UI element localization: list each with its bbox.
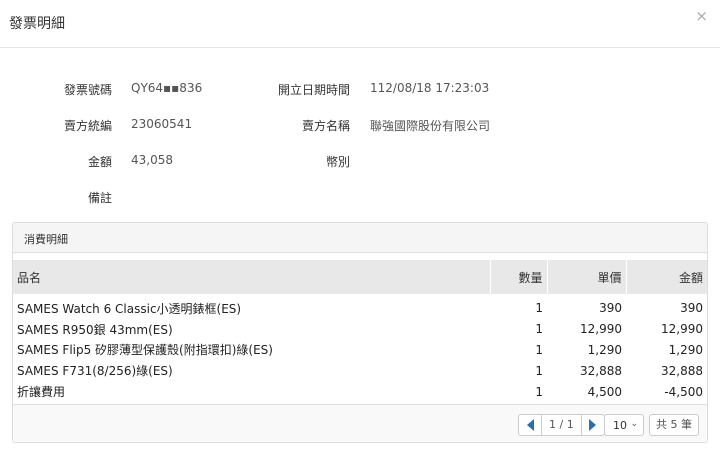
invoice-info: 發票號碼 QY64▪▪836 開立日期時間 112/08/18 17:23:03… [0, 48, 720, 222]
caret-left-icon [526, 419, 534, 431]
column-header-amount[interactable]: 金額 [626, 260, 707, 294]
modal-title: 發票明細 [9, 16, 65, 32]
item-price: 12,990 [580, 322, 622, 337]
table-row: SAMES Flip5 矽膠薄型保護殼(附指環扣)綠(ES) 1 1,290 1… [13, 340, 707, 361]
column-header-qty[interactable]: 數量 [490, 260, 548, 294]
table-row: SAMES F731(8/256)綠(ES) 1 32,888 32,888 [13, 360, 707, 381]
table-row: 折讓費用 1 4,500 -4,500 [13, 381, 707, 402]
chevron-down-icon: ⌄ [630, 419, 638, 429]
item-amount: 390 [680, 301, 703, 316]
item-price: 390 [599, 301, 622, 316]
table-footer: 1 / 1 10 ⌄ 共 5 筆 [13, 404, 707, 442]
pagination: 1 / 1 [518, 414, 605, 436]
item-amount: -4,500 [664, 384, 703, 399]
item-name: SAMES F731(8/256)綠(ES) [17, 364, 173, 379]
details-panel: 消費明細 品名 數量 單價 金額 SAMES Watch 6 Classic小透… [12, 222, 708, 443]
table-row: SAMES Watch 6 Classic小透明錶框(ES) 1 390 390 [13, 298, 707, 319]
page-size-select[interactable]: 10 ⌄ [604, 414, 644, 436]
item-qty: 1 [535, 384, 543, 399]
details-heading: 消費明細 [13, 223, 707, 253]
column-header-name[interactable]: 品名 [13, 260, 491, 294]
modal-header: 發票明細 × [0, 0, 720, 48]
item-qty: 1 [535, 342, 543, 357]
item-price: 32,888 [580, 363, 622, 378]
item-qty: 1 [535, 301, 543, 316]
invoice-date-value: 112/08/18 17:23:03 [370, 81, 490, 95]
details-table: 品名 數量 單價 金額 SAMES Watch 6 Classic小透明錶框(E… [13, 260, 707, 402]
close-icon[interactable]: × [695, 9, 708, 24]
item-name: 折讓費用 [17, 385, 66, 400]
item-qty: 1 [535, 363, 543, 378]
item-name: SAMES Watch 6 Classic小透明錶框(ES) [17, 301, 242, 316]
item-amount: 1,290 [668, 342, 703, 357]
item-qty: 1 [535, 322, 543, 337]
item-name: SAMES R950銀 43mm(ES) [17, 322, 173, 337]
prev-page-button[interactable] [519, 415, 541, 435]
item-amount: 32,888 [661, 363, 703, 378]
caret-right-icon [589, 419, 597, 431]
next-page-button[interactable] [582, 415, 604, 435]
remark-label: 備註 [87, 191, 112, 205]
seller-name-label: 賣方名稱 [301, 119, 350, 133]
column-header-price[interactable]: 單價 [547, 260, 627, 294]
page-size-value: 10 [613, 418, 627, 432]
seller-name-value: 聯強國際股份有限公司 [370, 119, 491, 133]
table-header-row: 品名 數量 單價 金額 [13, 260, 707, 294]
table-row: SAMES R950銀 43mm(ES) 1 12,990 12,990 [13, 319, 707, 340]
currency-label: 幣別 [325, 155, 350, 169]
total-count: 共 5 筆 [649, 414, 699, 436]
item-price: 4,500 [587, 384, 622, 399]
item-name: SAMES Flip5 矽膠薄型保護殼(附指環扣)綠(ES) [17, 343, 273, 358]
invoice-date-label: 開立日期時間 [277, 83, 350, 97]
item-price: 1,290 [587, 342, 622, 357]
item-amount: 12,990 [661, 322, 703, 337]
page-info: 1 / 1 [541, 415, 582, 435]
